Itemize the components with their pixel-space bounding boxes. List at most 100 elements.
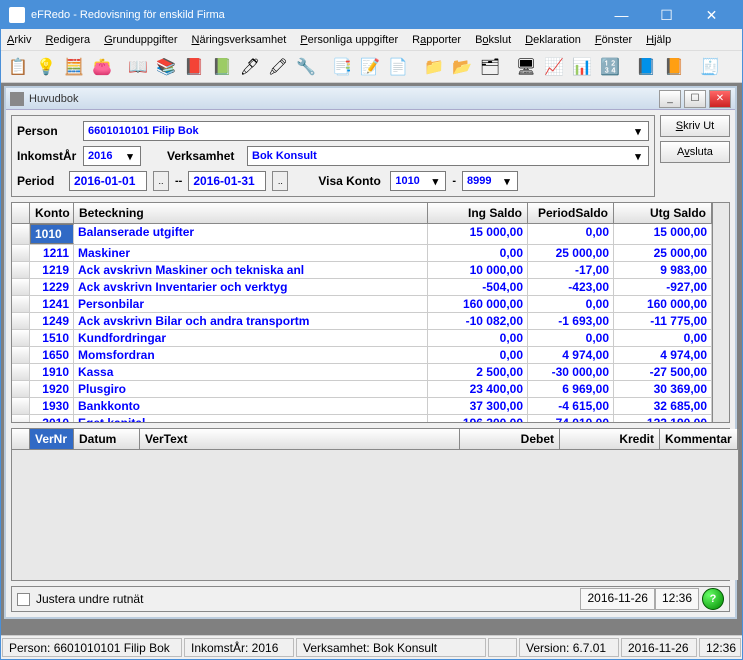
tb-5[interactable]: 📖 <box>125 54 151 80</box>
table-row[interactable]: 1219Ack avskrivn Maskiner och tekniska a… <box>12 262 712 279</box>
table-row[interactable]: 1920Plusgiro23 400,006 969,0030 369,00 <box>12 381 712 398</box>
mdi-close-button[interactable]: ✕ <box>709 90 731 108</box>
transactions-grid: VerNr Datum VerText Debet Kredit Komment… <box>11 428 730 581</box>
tb-7[interactable]: 📕 <box>181 54 207 80</box>
grid-scrollbar[interactable] <box>712 203 729 422</box>
status-verksamhet: Verksamhet: Bok Konsult <box>296 638 486 657</box>
verksamhet-select[interactable]: Bok Konsult ▾ <box>247 146 649 166</box>
tb-22[interactable]: 📘 <box>633 54 659 80</box>
tb-12[interactable]: 📑 <box>329 54 355 80</box>
tb-19[interactable]: 📈 <box>541 54 567 80</box>
bottom-panel: Justera undre rutnät 2016-11-26 12:36 ? <box>11 586 730 612</box>
tb-14[interactable]: 📄 <box>385 54 411 80</box>
inkomstar-select[interactable]: 2016▾ <box>83 146 141 166</box>
table-row[interactable]: 1930Bankkonto37 300,00-4 615,0032 685,00 <box>12 398 712 415</box>
tb-8[interactable]: 📗 <box>209 54 235 80</box>
menu-personliga[interactable]: Personliga uppgifter <box>300 34 398 46</box>
col-kommentar[interactable]: Kommentar <box>660 429 738 449</box>
col-konto[interactable]: Konto <box>30 203 74 223</box>
help-button[interactable]: ? <box>702 588 724 610</box>
inkomstar-value: 2016 <box>88 150 112 162</box>
table-row[interactable]: 1211Maskiner0,0025 000,0025 000,00 <box>12 245 712 262</box>
menu-hjalp[interactable]: Hjälp <box>646 34 671 46</box>
menu-grunduppgifter[interactable]: Grunduppgifter <box>104 34 177 46</box>
menu-bokslut[interactable]: Bokslut <box>475 34 511 46</box>
table-row[interactable]: 1510Kundfordringar0,000,000,00 <box>12 330 712 347</box>
tb-1[interactable]: 📋 <box>5 54 31 80</box>
tb-21[interactable]: 🔢 <box>597 54 623 80</box>
status-person: Person: 6601010101 Filip Bok <box>2 638 182 657</box>
tb-6[interactable]: 📚 <box>153 54 179 80</box>
tb-20[interactable]: 📊 <box>569 54 595 80</box>
tb-18[interactable]: 🖥 <box>513 54 539 80</box>
huvudbok-window: Huvudbok _ ☐ ✕ Person 6601010101 Filip B… <box>4 86 737 619</box>
mdi-max-button[interactable]: ☐ <box>684 90 706 108</box>
konto-to-select[interactable]: 8999▾ <box>462 171 518 191</box>
konto-to-value: 8999 <box>467 175 491 187</box>
grid2-scrollbar[interactable] <box>738 429 739 580</box>
person-select[interactable]: 6601010101 Filip Bok▾ <box>83 121 649 141</box>
col-periodsaldo[interactable]: PeriodSaldo <box>528 203 614 223</box>
maximize-button[interactable]: ☐ <box>644 1 689 29</box>
period-from-input[interactable] <box>69 171 147 191</box>
close-button[interactable]: ✕ <box>689 1 734 29</box>
tb-11[interactable]: 🔧 <box>293 54 319 80</box>
period-to-input[interactable] <box>188 171 266 191</box>
skrivut-button[interactable]: Skriv Ut <box>660 115 730 137</box>
table-row[interactable]: 1241Personbilar160 000,000,00160 000,00 <box>12 296 712 313</box>
col-beteckning[interactable]: Beteckning <box>74 203 428 223</box>
table-row[interactable]: 1910Kassa2 500,00-30 000,00-27 500,00 <box>12 364 712 381</box>
status-date: 2016-11-26 <box>621 638 697 657</box>
chevron-down-icon: ▾ <box>427 175 443 188</box>
tb-17[interactable]: 🗂 <box>477 54 503 80</box>
col-vertext[interactable]: VerText <box>140 429 460 449</box>
col-datum[interactable]: Datum <box>74 429 140 449</box>
main-window: eFRedo - Redovisning för enskild Firma —… <box>0 0 743 660</box>
label-inkomstar: InkomstÅr <box>17 149 77 163</box>
tb-10[interactable]: 🖍 <box>265 54 291 80</box>
konto-from-value: 1010 <box>395 175 419 187</box>
justera-checkbox[interactable] <box>17 593 30 606</box>
avsluta-button[interactable]: Avsluta <box>660 141 730 163</box>
table-row[interactable]: 2010Eget kapital-196 200,0074 010,00-122… <box>12 415 712 422</box>
period-to-picker[interactable]: .. <box>272 171 288 191</box>
tb-3[interactable]: 🧮 <box>61 54 87 80</box>
status-inkomstar: InkomstÅr: 2016 <box>184 638 294 657</box>
tb-13[interactable]: 📝 <box>357 54 383 80</box>
chevron-down-icon: ▾ <box>630 150 646 163</box>
col-vernr[interactable]: VerNr <box>30 429 74 449</box>
statusbar: Person: 6601010101 Filip Bok InkomstÅr: … <box>1 635 742 659</box>
col-ingsaldo[interactable]: Ing Saldo <box>428 203 528 223</box>
konto-from-select[interactable]: 1010 ▾ <box>390 171 446 191</box>
tb-15[interactable]: 📁 <box>421 54 447 80</box>
label-verksamhet: Verksamhet <box>167 149 241 163</box>
mdi-title-text: Huvudbok <box>29 93 656 105</box>
table-row[interactable]: 1249Ack avskrivn Bilar och andra transpo… <box>12 313 712 330</box>
menu-arkiv[interactable]: Arkiv <box>7 34 31 46</box>
menu-naringsverksamhet[interactable]: Näringsverksamhet <box>192 34 287 46</box>
verksamhet-value: Bok Konsult <box>252 150 317 162</box>
tb-16[interactable]: 📂 <box>449 54 475 80</box>
col-utgsaldo[interactable]: Utg Saldo <box>614 203 712 223</box>
minimize-button[interactable]: — <box>599 1 644 29</box>
mdi-titlebar: Huvudbok _ ☐ ✕ <box>6 88 735 110</box>
menu-deklaration[interactable]: Deklaration <box>525 34 581 46</box>
period-from-picker[interactable]: .. <box>153 171 169 191</box>
tb-9[interactable]: 🖊 <box>237 54 263 80</box>
col-debet[interactable]: Debet <box>460 429 560 449</box>
window-title: eFRedo - Redovisning för enskild Firma <box>31 9 599 21</box>
tb-24[interactable]: 🧾 <box>697 54 723 80</box>
toolbar: 📋 💡 🧮 👛 📖 📚 📕 📗 🖊 🖍 🔧 📑 📝 📄 📁 📂 🗂 🖥 📈 📊 … <box>1 51 742 83</box>
table-row[interactable]: 1010Balanserade utgifter15 000,000,0015 … <box>12 224 712 245</box>
tb-23[interactable]: 📙 <box>661 54 687 80</box>
menu-redigera[interactable]: Redigera <box>45 34 90 46</box>
tb-2[interactable]: 💡 <box>33 54 59 80</box>
table-row[interactable]: 1229Ack avskrivn Inventarier och verktyg… <box>12 279 712 296</box>
col-kredit[interactable]: Kredit <box>560 429 660 449</box>
menu-rapporter[interactable]: Rapporter <box>412 34 461 46</box>
mdi-min-button[interactable]: _ <box>659 90 681 108</box>
table-row[interactable]: 1650Momsfordran0,004 974,004 974,00 <box>12 347 712 364</box>
tb-4[interactable]: 👛 <box>89 54 115 80</box>
menu-fonster[interactable]: Fönster <box>595 34 632 46</box>
label-visakonto: Visa Konto <box>318 174 384 188</box>
